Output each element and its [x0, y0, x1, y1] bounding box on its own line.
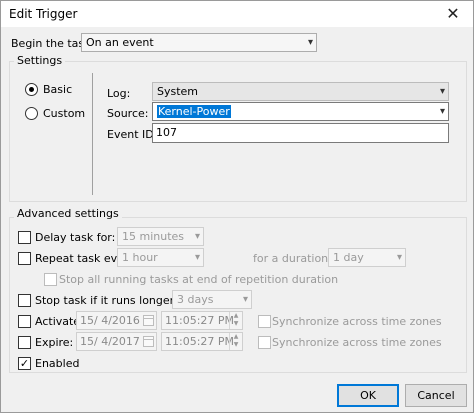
delay-task-dropdown[interactable]: 15 minutes ▾: [117, 227, 204, 246]
calendar-icon[interactable]: [143, 315, 154, 326]
log-label: Log:: [107, 87, 131, 100]
enabled-label: Enabled: [35, 357, 80, 370]
source-value: Kernel-Power: [157, 105, 231, 118]
delay-task-label: Delay task for:: [35, 231, 116, 244]
begin-task-value: On an event: [86, 36, 154, 49]
checkmark-icon: ✓: [19, 357, 30, 370]
event-id-label: Event ID:: [107, 128, 158, 141]
source-combobox[interactable]: Kernel-Power ▾: [152, 102, 449, 121]
log-value: System: [157, 85, 199, 98]
expire-label: Expire:: [35, 336, 74, 349]
spin-up-icon[interactable]: ▲: [234, 333, 239, 340]
basic-radio[interactable]: [25, 83, 38, 96]
activate-date-picker[interactable]: 15/ 4/2016: [76, 311, 157, 330]
log-dropdown[interactable]: System ▾: [152, 82, 449, 101]
event-id-input[interactable]: 107: [152, 123, 449, 143]
cancel-button[interactable]: Cancel: [405, 384, 467, 407]
stop-task-longer-value: 3 days: [177, 293, 214, 306]
expire-date-picker[interactable]: 15/ 4/2017: [76, 332, 157, 351]
delay-task-checkbox[interactable]: [18, 231, 31, 244]
settings-divider: [92, 73, 93, 195]
event-id-value: 107: [156, 126, 177, 139]
time-spinner[interactable]: ▲ ▼: [229, 333, 242, 350]
advanced-caption: Advanced settings: [14, 207, 122, 220]
chevron-down-icon: ▾: [439, 86, 445, 97]
enabled-checkbox[interactable]: ✓: [18, 357, 31, 370]
stop-task-longer-dropdown[interactable]: 3 days ▾: [172, 290, 252, 309]
chevron-down-icon: ▾: [439, 106, 445, 117]
delay-task-value: 15 minutes: [122, 230, 185, 243]
activate-date-value: 15/ 4/2016: [80, 314, 140, 327]
expire-sync-checkbox[interactable]: [258, 336, 271, 349]
calendar-icon[interactable]: [143, 336, 154, 347]
chevron-down-icon: ▾: [307, 37, 313, 48]
begin-task-dropdown[interactable]: On an event ▾: [81, 33, 317, 52]
source-label: Source:: [107, 107, 149, 120]
duration-value: 1 day: [333, 251, 364, 264]
expire-checkbox[interactable]: [18, 336, 31, 349]
chevron-down-icon: ▾: [396, 252, 402, 263]
duration-dropdown[interactable]: 1 day ▾: [328, 248, 406, 267]
settings-caption: Settings: [14, 54, 66, 67]
activate-checkbox[interactable]: [18, 315, 31, 328]
activate-time-value: 11:05:27 PM: [165, 314, 235, 327]
chevron-down-icon: ▾: [194, 252, 200, 263]
chevron-down-icon: ▾: [242, 294, 248, 305]
custom-label: Custom: [43, 107, 86, 120]
expire-sync-label: Synchronize across time zones: [272, 336, 442, 349]
spin-up-icon[interactable]: ▲: [234, 312, 239, 319]
repeat-task-checkbox[interactable]: [18, 252, 31, 265]
custom-radio[interactable]: [25, 107, 38, 120]
activate-sync-checkbox[interactable]: [258, 315, 271, 328]
chevron-down-icon: ▾: [194, 231, 200, 242]
window-title: Edit Trigger: [9, 7, 78, 21]
stop-task-longer-checkbox[interactable]: [18, 294, 31, 307]
title-bar: Edit Trigger ✕: [1, 1, 473, 27]
edit-trigger-dialog: Edit Trigger ✕ Begin the task: On an eve…: [0, 0, 474, 413]
expire-time-picker[interactable]: 11:05:27 PM ▲ ▼: [161, 332, 243, 351]
repeat-task-dropdown[interactable]: 1 hour ▾: [117, 248, 204, 267]
expire-time-value: 11:05:27 PM: [165, 335, 235, 348]
activate-sync-label: Synchronize across time zones: [272, 315, 442, 328]
stop-running-tasks-label: Stop all running tasks at end of repetit…: [59, 273, 339, 286]
basic-label: Basic: [43, 83, 73, 96]
time-spinner[interactable]: ▲ ▼: [229, 312, 242, 329]
radio-selected-dot: [29, 87, 34, 92]
activate-time-picker[interactable]: 11:05:27 PM ▲ ▼: [161, 311, 243, 330]
spin-down-icon[interactable]: ▼: [234, 320, 239, 327]
expire-date-value: 15/ 4/2017: [80, 335, 140, 348]
stop-running-tasks-checkbox[interactable]: [44, 273, 57, 286]
ok-button[interactable]: OK: [337, 384, 399, 407]
close-icon[interactable]: ✕: [433, 1, 473, 27]
repeat-task-value: 1 hour: [122, 251, 158, 264]
spin-down-icon[interactable]: ▼: [234, 341, 239, 348]
